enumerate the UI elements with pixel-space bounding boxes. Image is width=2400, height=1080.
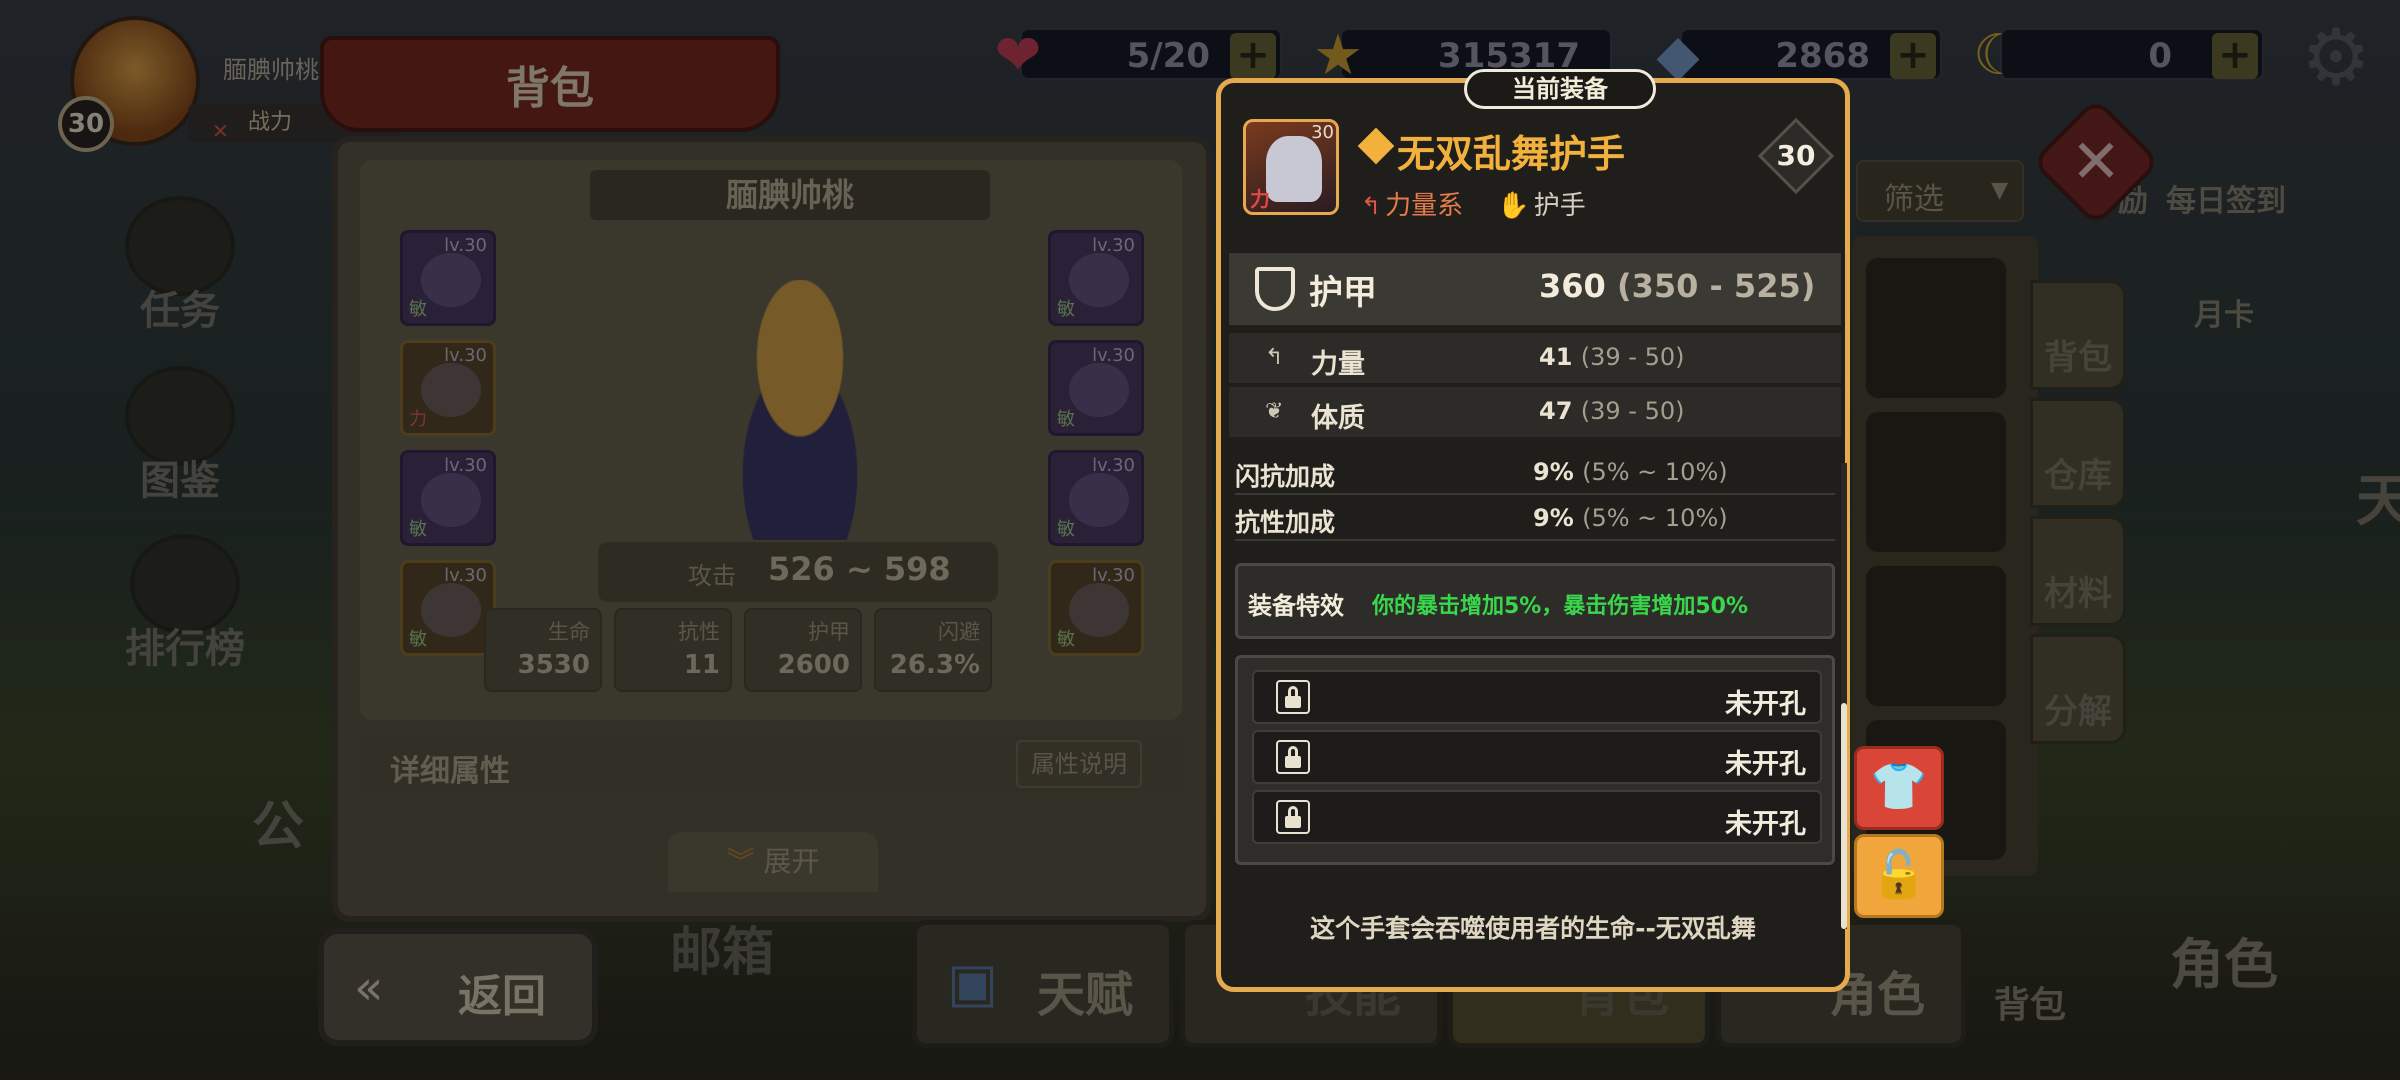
padlock-open-icon: 🔓	[1870, 847, 1928, 901]
extra-stat-range: (5% ~ 10%)	[1582, 458, 1728, 486]
unequip-button[interactable]: 👕	[1854, 746, 1944, 830]
item-category: 力量系	[1385, 191, 1464, 221]
item-name: 无双乱舞护手	[1397, 132, 1626, 176]
arm-strength-icon: ↰	[1265, 345, 1284, 370]
main-stat-value-wrap: 360 (350 - 525)	[1539, 267, 1815, 305]
socket-label: 未开孔	[1725, 689, 1806, 720]
sub-stat-range: (39 - 50)	[1580, 397, 1685, 425]
socket-slot[interactable]: 未开孔	[1252, 790, 1822, 844]
sub-stat-value: 41	[1539, 343, 1573, 371]
item-icon-tag: 力	[1250, 187, 1270, 211]
extra-stat-value-wrap: 9% (5% ~ 10%)	[1533, 458, 1728, 486]
extra-stat-row: 抗性加成 9% (5% ~ 10%)	[1235, 495, 1835, 541]
item-icon: 30 力	[1243, 119, 1339, 215]
arm-strength-icon: ↰	[1361, 192, 1382, 220]
item-icon-level: 30	[1311, 122, 1334, 143]
sub-stat-row: ↰ 力量 41 (39 - 50)	[1229, 333, 1841, 383]
gauntlet-icon	[1266, 136, 1322, 202]
lock-body	[1285, 816, 1301, 828]
item-type-wrapper: ✋ 护手	[1497, 191, 1585, 221]
item-level: 30	[1776, 139, 1816, 172]
sub-stat-label: 体质	[1311, 403, 1365, 434]
main-stat-range: (350 - 525)	[1616, 267, 1816, 305]
extra-stat-range: (5% ~ 10%)	[1582, 504, 1728, 532]
unlock-button[interactable]: 🔓	[1854, 834, 1944, 918]
lock-icon	[1276, 680, 1310, 714]
sub-stat-label: 力量	[1311, 349, 1365, 380]
extra-stat-label: 闪抗加成	[1235, 462, 1336, 491]
socket-slot[interactable]: 未开孔	[1252, 670, 1822, 724]
special-effect-box: 装备特效 你的暴击增加5%，暴击伤害增加50%	[1235, 563, 1835, 639]
main-stat-value: 360	[1539, 267, 1606, 305]
lock-icon	[1276, 800, 1310, 834]
extra-stat-value: 9%	[1533, 458, 1574, 486]
sub-stat-value: 47	[1539, 397, 1573, 425]
shirt-icon: 👕	[1870, 759, 1928, 813]
main-stat-row: 护甲 360 (350 - 525)	[1229, 253, 1841, 325]
shield-icon	[1255, 267, 1295, 311]
sub-stat-value-wrap: 47 (39 - 50)	[1539, 397, 1685, 425]
lock-icon	[1276, 740, 1310, 774]
special-effect-text: 你的暴击增加5%，暴击伤害增加50%	[1372, 594, 1749, 619]
glove-icon: ✋	[1497, 191, 1530, 221]
item-type: 护手	[1533, 191, 1586, 221]
modal-dim-overlay[interactable]	[0, 0, 2400, 1080]
item-tags: ↰ 力量系 ✋ 护手	[1361, 185, 1586, 222]
socket-list: 未开孔 未开孔 未开孔	[1235, 655, 1835, 865]
extra-stat-row: 闪抗加成 9% (5% ~ 10%)	[1235, 449, 1835, 495]
extra-stat-value: 9%	[1533, 504, 1574, 532]
popup-title: 当前装备	[1464, 69, 1656, 109]
special-effect-label: 装备特效	[1248, 592, 1344, 620]
item-description: 这个手套会吞噬使用者的生命--无双乱舞	[1310, 914, 1756, 943]
sub-stat-value-wrap: 41 (39 - 50)	[1539, 343, 1685, 371]
body-vitality-icon: ❦	[1265, 399, 1284, 424]
extra-stat-label: 抗性加成	[1235, 508, 1336, 537]
socket-label: 未开孔	[1725, 809, 1806, 840]
lock-body	[1285, 756, 1301, 768]
popup-scrollbar[interactable]	[1841, 463, 1847, 929]
socket-slot[interactable]: 未开孔	[1252, 730, 1822, 784]
sub-stat-range: (39 - 50)	[1580, 343, 1685, 371]
main-stat-label: 护甲	[1309, 273, 1377, 313]
sub-stat-row: ❦ 体质 47 (39 - 50)	[1229, 387, 1841, 437]
rarity-diamond-icon	[1357, 127, 1395, 165]
equipment-detail-popup: 当前装备 30 力 无双乱舞护手 ↰ 力量系 ✋ 护手 30 护甲 360 (350…	[1216, 69, 1850, 992]
scrollbar-thumb[interactable]	[1841, 703, 1847, 929]
socket-label: 未开孔	[1725, 749, 1806, 780]
extra-stat-value-wrap: 9% (5% ~ 10%)	[1533, 504, 1728, 532]
lock-body	[1285, 696, 1301, 708]
